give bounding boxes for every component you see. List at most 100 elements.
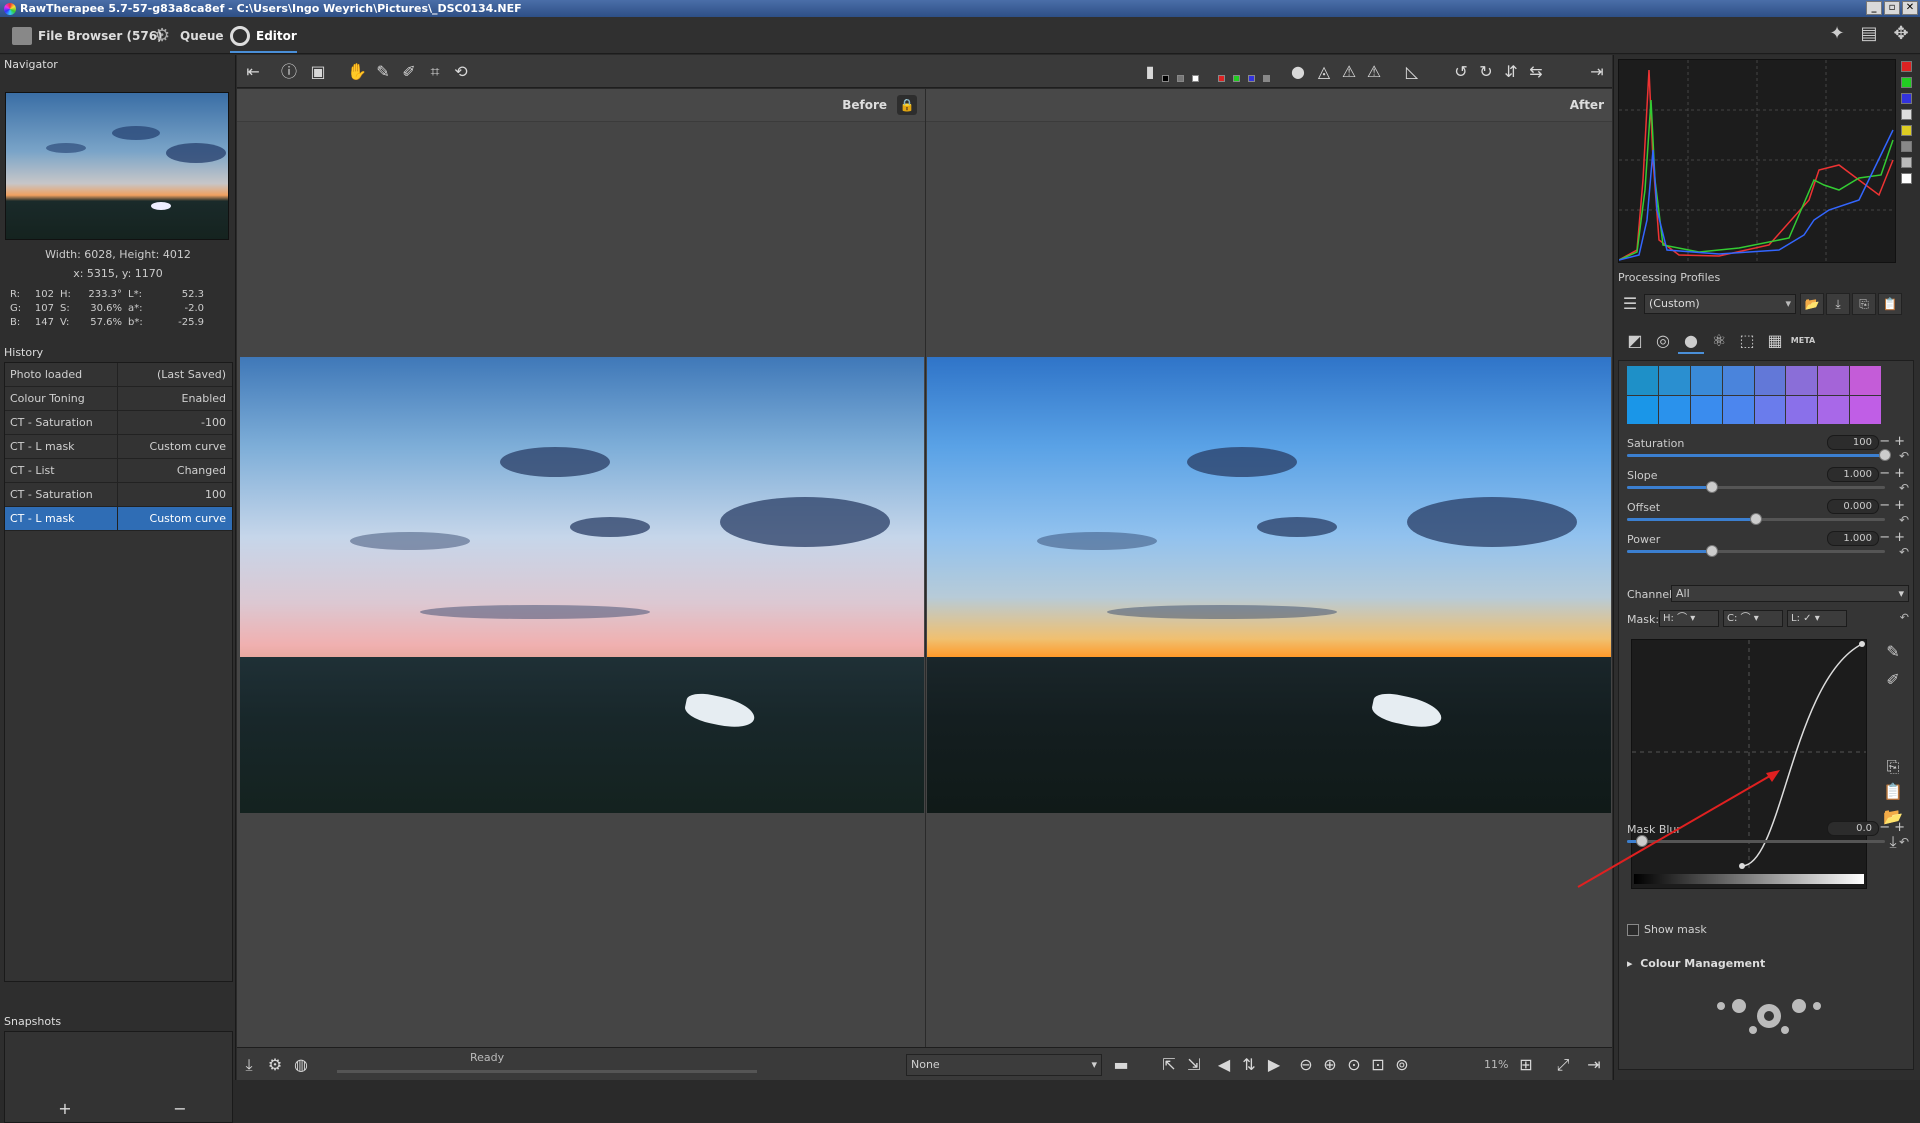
show-mask-box[interactable] [1627,923,1639,936]
slider-plus-minus-icon[interactable]: −+ [1879,434,1909,449]
slider-knob[interactable] [1879,449,1891,461]
colour-toning-swatch-list[interactable] [1627,366,1881,424]
colour-swatch[interactable] [1754,395,1786,424]
history-list[interactable]: Photo loaded (Last Saved) Colour Toning Ena… [4,362,233,982]
info-icon[interactable]: ⓘ [277,60,301,84]
mask-c-curve-button[interactable]: C: ⌒ ▾ [1723,610,1783,627]
slider-value[interactable]: 0.0 [1827,821,1879,836]
reset-icon[interactable]: ↶ [1899,449,1909,463]
mask-h-curve-button[interactable]: H: ⌒ ▾ [1659,610,1719,627]
paste-profile-icon[interactable]: 📋 [1878,293,1902,315]
history-item[interactable]: CT - L mask Custom curve [5,435,232,459]
colour-swatch[interactable] [1722,395,1754,424]
history-item[interactable]: CT - Saturation 100 [5,483,232,507]
curve-edit-point-icon[interactable]: ✎ [1881,641,1905,663]
reset-icon[interactable]: ↶ [1899,835,1909,849]
histogram-mode-toggle[interactable] [1901,173,1912,184]
hide-tool-panel-icon[interactable]: ⇥ [1585,60,1609,84]
minimize-button[interactable]: _ [1866,1,1882,15]
before-after-icon[interactable]: ▣ [306,60,330,84]
colour-swatch[interactable] [1850,366,1881,395]
mask-l-curve-button[interactable]: L: ✓ ▾ [1787,610,1847,627]
channel-select[interactable]: All [1671,585,1909,602]
history-item[interactable]: Photo loaded (Last Saved) [5,363,232,387]
tab-editor[interactable]: Editor [230,25,297,53]
slider-plus-minus-icon[interactable]: −+ [1879,530,1909,545]
send-to-queue-icon[interactable]: ⚙ [263,1053,287,1077]
colour-swatch[interactable] [1627,395,1658,424]
colour-swatch[interactable] [1658,395,1690,424]
hand-tool-icon[interactable]: ✋ [345,60,369,84]
colour-swatch[interactable] [1690,395,1722,424]
colour-swatch[interactable] [1786,366,1818,395]
toggle-right-panel-icon[interactable]: ⇥ [1582,1053,1606,1077]
maximize-button[interactable]: ▫ [1884,1,1900,15]
history-item[interactable]: CT - List Changed [5,459,232,483]
histogram-bar-toggle[interactable] [1901,157,1912,168]
save-profile-icon[interactable]: ⤓ [1826,293,1850,315]
new-detail-window-icon[interactable]: ✦ [1826,23,1848,45]
curve-paste-icon[interactable]: 📋 [1881,781,1905,803]
histogram-red-toggle[interactable] [1901,61,1912,72]
straighten-tool-icon[interactable]: ⟲ [449,60,473,84]
zoom-fit-icon[interactable]: ⊡ [1366,1053,1390,1077]
rotate-left-icon[interactable]: ↺ [1449,60,1473,84]
processing-profile-select[interactable]: (Custom) [1644,294,1796,314]
histogram-chroma-toggle[interactable] [1901,125,1912,136]
histogram-blue-toggle[interactable] [1901,93,1912,104]
colour-swatch[interactable] [1690,366,1722,395]
flip-horizontal-icon[interactable]: ⇆ [1524,60,1548,84]
colour-swatch[interactable] [1786,395,1818,424]
colour-swatch[interactable] [1818,366,1850,395]
external-editor-icon[interactable]: ◍ [289,1053,313,1077]
close-button[interactable]: ✕ [1902,1,1918,15]
history-item[interactable]: Colour Toning Enabled [5,387,232,411]
white-balance-picker-icon[interactable]: ✎ [371,60,395,84]
open-profile-icon[interactable]: 📂 [1800,293,1824,315]
rotate-right-icon[interactable]: ↻ [1474,60,1498,84]
colour-swatch[interactable] [1658,366,1690,395]
channel-blue-icon[interactable] [1248,75,1255,82]
tab-raw[interactable]: ▦ [1762,328,1788,354]
sync-image-icon[interactable]: ⇲ [1182,1053,1206,1077]
slider-value[interactable]: 1.000 [1827,531,1879,546]
bg-grey-icon[interactable] [1177,75,1184,82]
navigator-thumbnail[interactable] [5,92,229,240]
tab-file-browser[interactable]: File Browser (576) [12,25,163,47]
slider-knob[interactable] [1706,481,1719,493]
tab-colour[interactable]: ● [1678,328,1704,354]
slider-value[interactable]: 1.000 [1827,467,1879,482]
background-color-icon[interactable]: ▮ [1145,60,1155,84]
snapshots-list[interactable]: + − [4,1031,233,1123]
bg-white-icon[interactable] [1192,75,1199,82]
zoom-100-icon[interactable]: ⊙ [1342,1053,1366,1077]
history-item[interactable]: CT - Saturation -100 [5,411,232,435]
slider-value[interactable]: 0.000 [1827,499,1879,514]
slider-track[interactable] [1627,449,1891,461]
colour-swatch[interactable] [1754,366,1786,395]
arrow-left-icon[interactable]: ◀ [1212,1053,1236,1077]
reset-icon[interactable]: ↶ [1899,481,1909,495]
add-snapshot-button[interactable]: + [55,1099,75,1118]
colour-swatch[interactable] [1722,366,1754,395]
reset-icon[interactable]: ↶ [1900,611,1909,624]
tab-queue[interactable]: ⚙ Queue [154,25,224,47]
channel-red-icon[interactable] [1218,75,1225,82]
curve-pencil-icon[interactable]: ✐ [1881,669,1905,691]
slider-plus-minus-icon[interactable]: −+ [1879,820,1909,835]
new-detail-window-icon[interactable]: ⊞ [1514,1053,1538,1077]
after-image[interactable] [927,357,1611,813]
hide-history-icon[interactable]: ⇤ [241,60,265,84]
zoom-in-icon[interactable]: ⊕ [1318,1053,1342,1077]
thumbnail-strip-icon[interactable]: ▬ [1109,1053,1133,1077]
color-picker-icon[interactable]: ✐ [397,60,421,84]
panel-layout-icon[interactable]: ▤ [1858,23,1880,45]
profile-list-icon[interactable]: ☰ [1618,292,1642,316]
tab-exposure[interactable]: ◩ [1622,328,1648,354]
crop-tool-icon[interactable]: ⌗ [423,60,447,84]
histogram[interactable] [1618,59,1896,263]
slider-plus-minus-icon[interactable]: −+ [1879,498,1909,513]
slider-value[interactable]: 100 [1827,435,1879,450]
histogram-raw-toggle[interactable] [1901,141,1912,152]
reset-icon[interactable]: ↶ [1899,513,1909,527]
